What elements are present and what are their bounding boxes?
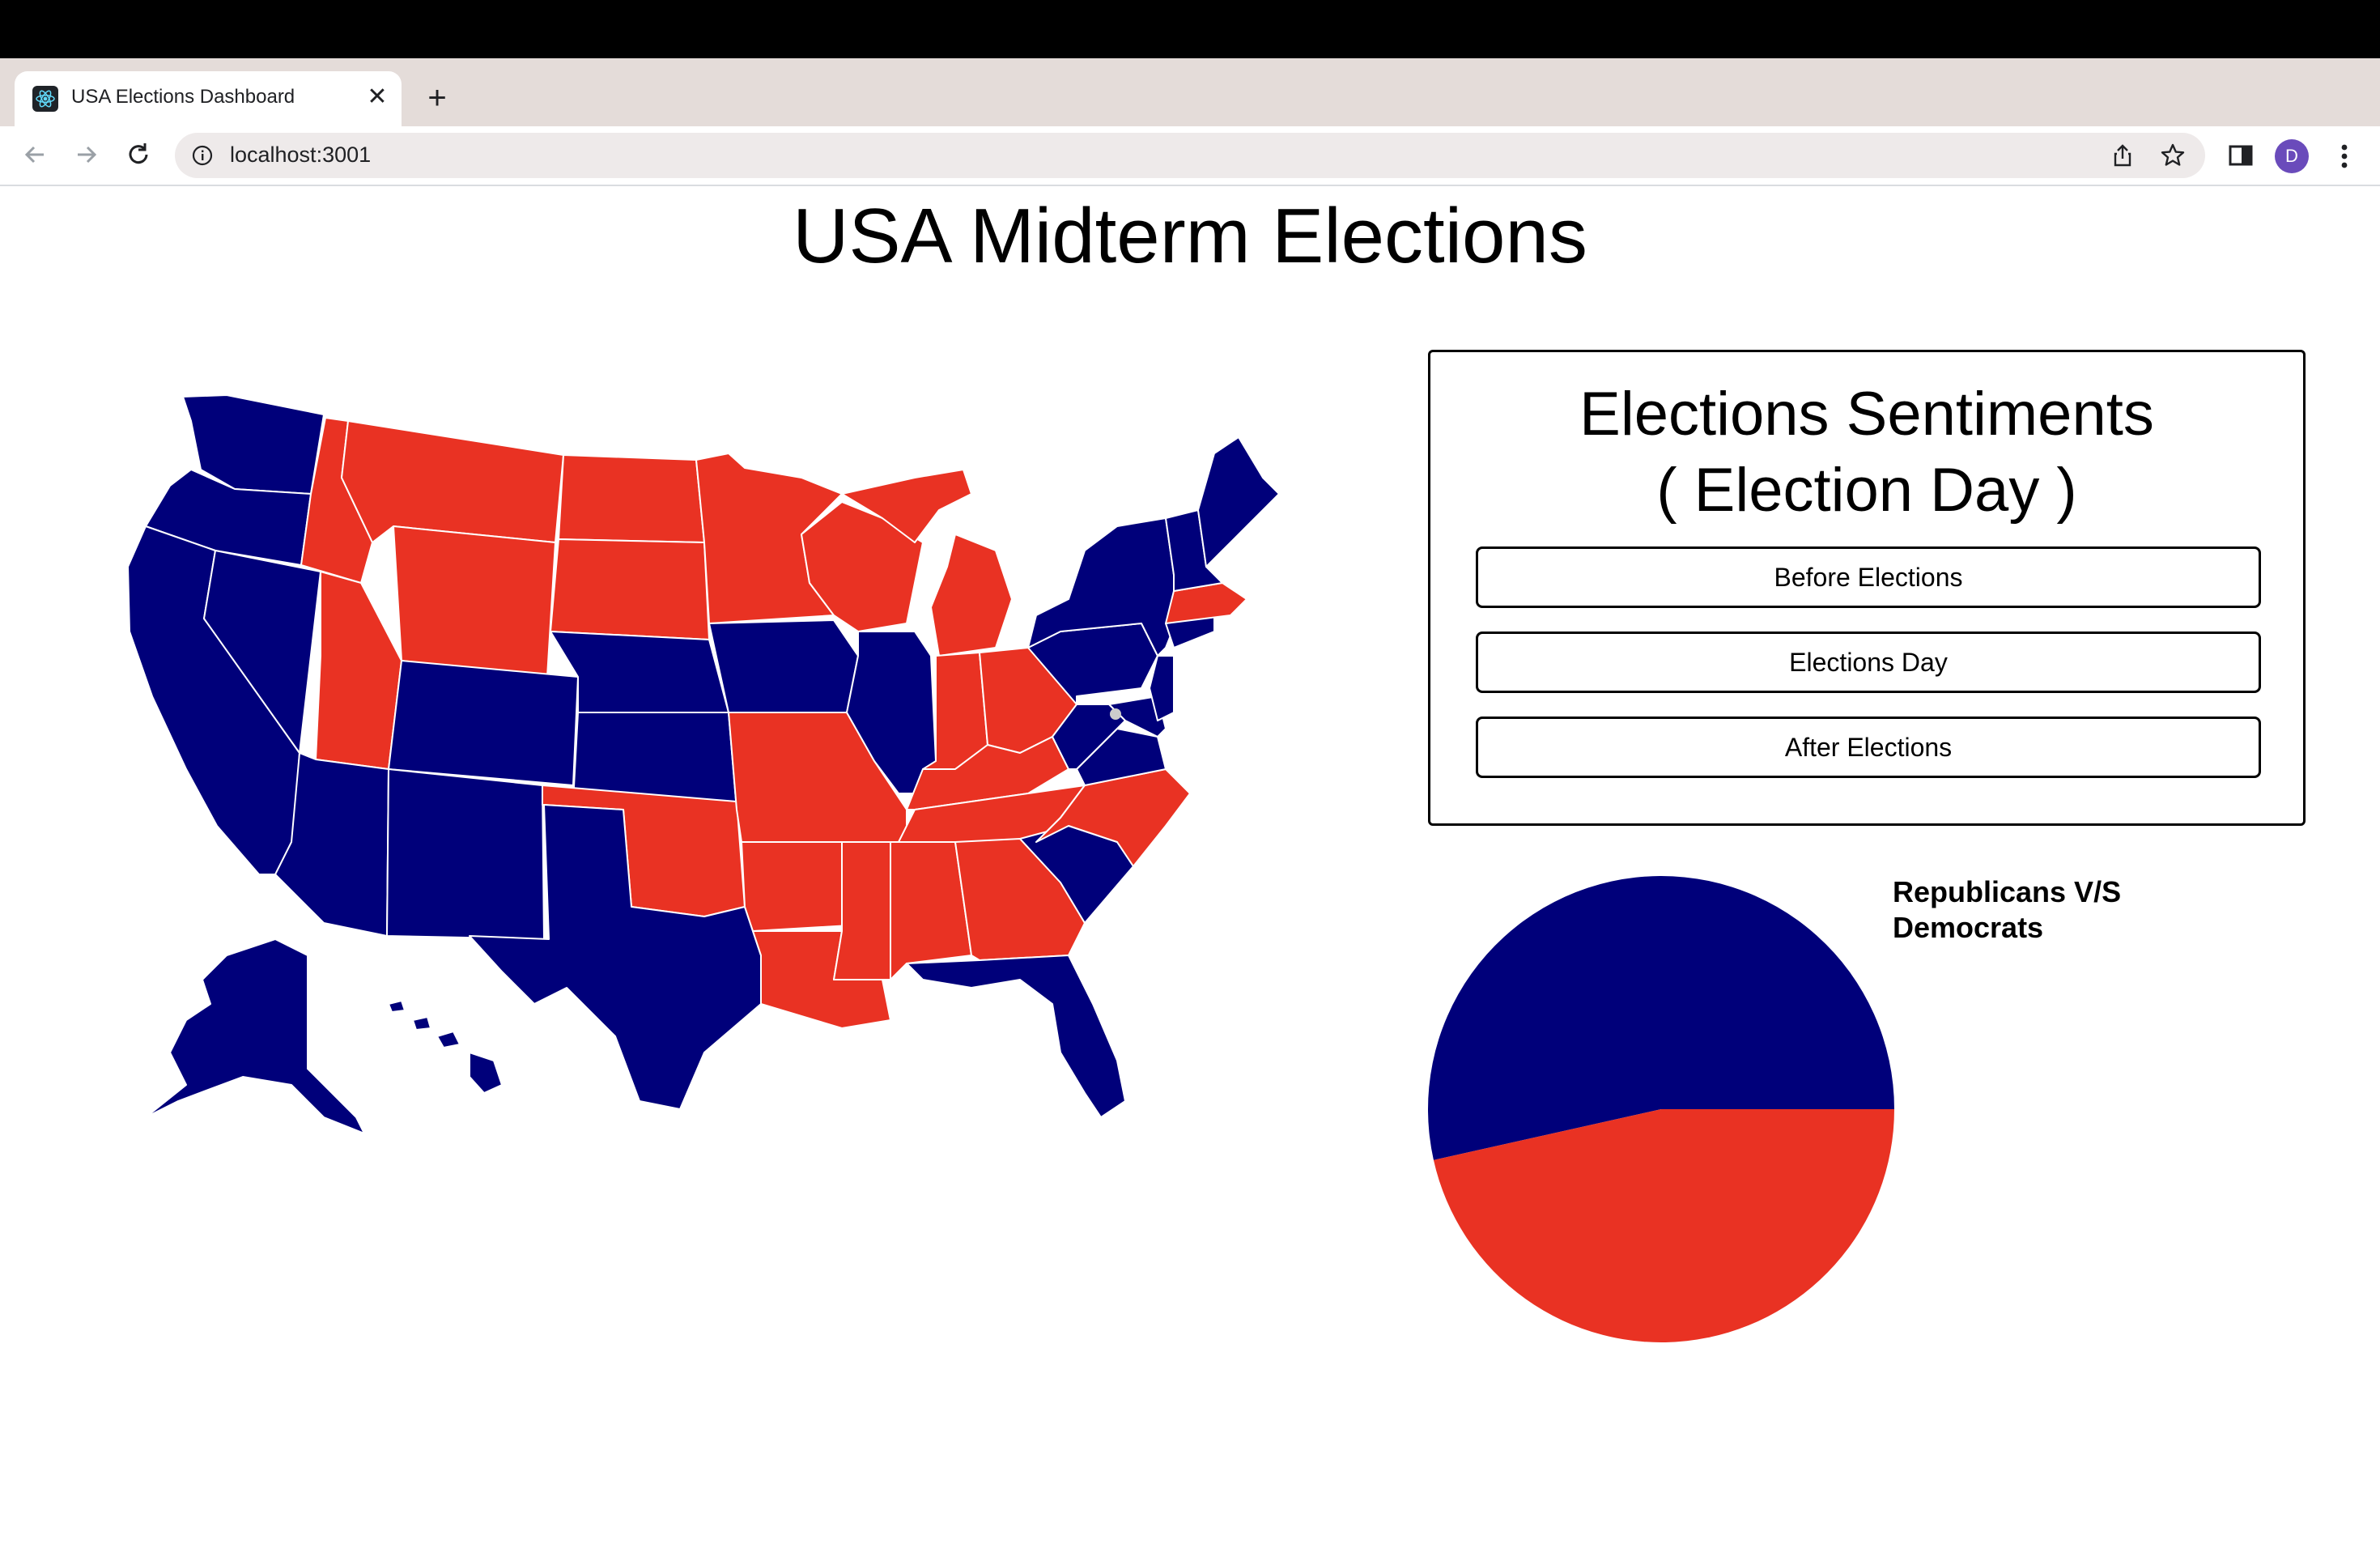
state-sd <box>550 538 710 640</box>
state-ak <box>145 938 365 1134</box>
state-fa <box>906 955 1126 1118</box>
sentiments-panel: Elections Sentiments ( Election Day ) Be… <box>1428 350 2306 826</box>
profile-avatar[interactable]: D <box>2275 139 2309 173</box>
more-icon[interactable] <box>2330 139 2359 173</box>
panel-subtitle: ( Election Day ) <box>1656 456 2077 525</box>
address-bar[interactable]: localhost:3001 <box>175 133 2205 178</box>
os-top-bar <box>0 0 2380 58</box>
panel-title: Elections Sentiments <box>1579 380 2154 449</box>
browser-tabstrip: USA Elections Dashboard ✕ <box>0 58 2380 163</box>
state-ms <box>833 841 891 980</box>
state-ut <box>315 571 402 770</box>
state-nm <box>386 768 545 940</box>
star-icon[interactable] <box>2160 142 2186 168</box>
info-icon[interactable] <box>191 144 214 167</box>
pie-chart-title: Republicans V/S Democrats <box>1893 875 2122 944</box>
state-mt <box>341 420 564 543</box>
browser-tab-active[interactable]: USA Elections Dashboard ✕ <box>15 71 402 126</box>
state-nd <box>558 454 705 543</box>
close-icon[interactable]: ✕ <box>363 83 392 112</box>
state-ia <box>708 619 859 713</box>
state-hi <box>388 1000 503 1094</box>
page-title: USA Midterm Elections <box>793 193 1587 279</box>
state-me <box>1197 436 1280 568</box>
share-icon[interactable] <box>2110 142 2136 168</box>
tab-title: USA Elections Dashboard <box>71 86 295 108</box>
state-ne <box>550 631 729 713</box>
after-elections-button[interactable]: After Elections <box>1476 717 2261 778</box>
plus-icon[interactable]: + <box>419 81 455 117</box>
react-favicon-icon <box>32 86 58 112</box>
url-text[interactable]: localhost:3001 <box>230 142 371 168</box>
elections-day-button[interactable]: Elections Day <box>1476 632 2261 693</box>
dc-marker <box>1110 708 1121 720</box>
usa-election-map[interactable] <box>113 389 1287 1142</box>
state-wy <box>393 525 556 678</box>
side-panel-icon[interactable] <box>2226 141 2255 170</box>
forward-icon[interactable] <box>68 136 105 173</box>
pie-chart <box>1426 874 1896 1344</box>
browser-toolbar: localhost:3001 D <box>0 126 2380 186</box>
before-elections-button[interactable]: Before Elections <box>1476 546 2261 608</box>
reload-icon[interactable] <box>120 136 157 173</box>
back-icon[interactable] <box>16 136 53 173</box>
state-co <box>388 660 579 786</box>
